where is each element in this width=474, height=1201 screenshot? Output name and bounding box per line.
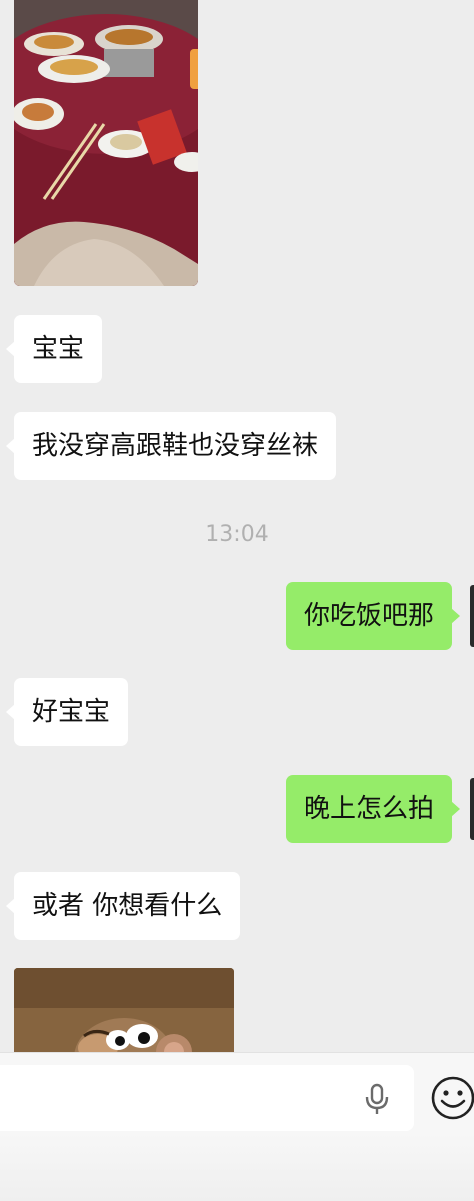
chat-area[interactable]: 宝宝 我没穿高跟鞋也没穿丝袜 13:04 你吃饭吧那 好宝宝 晚上怎么拍 或者 … bbox=[0, 0, 474, 1052]
message-text: 好宝宝 bbox=[32, 697, 111, 727]
outgoing-message-bubble[interactable]: 你吃饭吧那 bbox=[285, 582, 461, 650]
message-text: 或者 你想看什么 bbox=[32, 891, 223, 921]
home-indicator-area bbox=[0, 1133, 474, 1201]
chat-input-bar bbox=[0, 1052, 474, 1201]
message-text: 你吃饭吧那 bbox=[303, 601, 434, 631]
message-text: 我没穿高跟鞋也没穿丝袜 bbox=[32, 431, 319, 461]
message-text: 晚上怎么拍 bbox=[303, 794, 434, 824]
banquet-photo-image bbox=[14, 0, 198, 286]
message-timestamp: 13:04 bbox=[205, 522, 269, 547]
cartoon-mouse-sticker bbox=[14, 968, 234, 1052]
sticker-message[interactable] bbox=[14, 968, 234, 1052]
incoming-message-bubble[interactable]: 我没穿高跟鞋也没穿丝袜 bbox=[5, 412, 337, 480]
message-input[interactable] bbox=[0, 1065, 414, 1131]
incoming-message-bubble[interactable]: 宝宝 bbox=[5, 315, 103, 383]
message-text: 宝宝 bbox=[32, 334, 85, 364]
own-avatar[interactable] bbox=[470, 585, 474, 647]
own-avatar[interactable] bbox=[470, 778, 474, 840]
incoming-message-bubble[interactable]: 或者 你想看什么 bbox=[5, 872, 241, 940]
photo-message[interactable] bbox=[14, 0, 198, 286]
microphone-icon[interactable] bbox=[362, 1083, 392, 1115]
smiley-icon[interactable] bbox=[430, 1075, 474, 1121]
incoming-message-bubble[interactable]: 好宝宝 bbox=[5, 678, 129, 746]
outgoing-message-bubble[interactable]: 晚上怎么拍 bbox=[285, 775, 461, 843]
